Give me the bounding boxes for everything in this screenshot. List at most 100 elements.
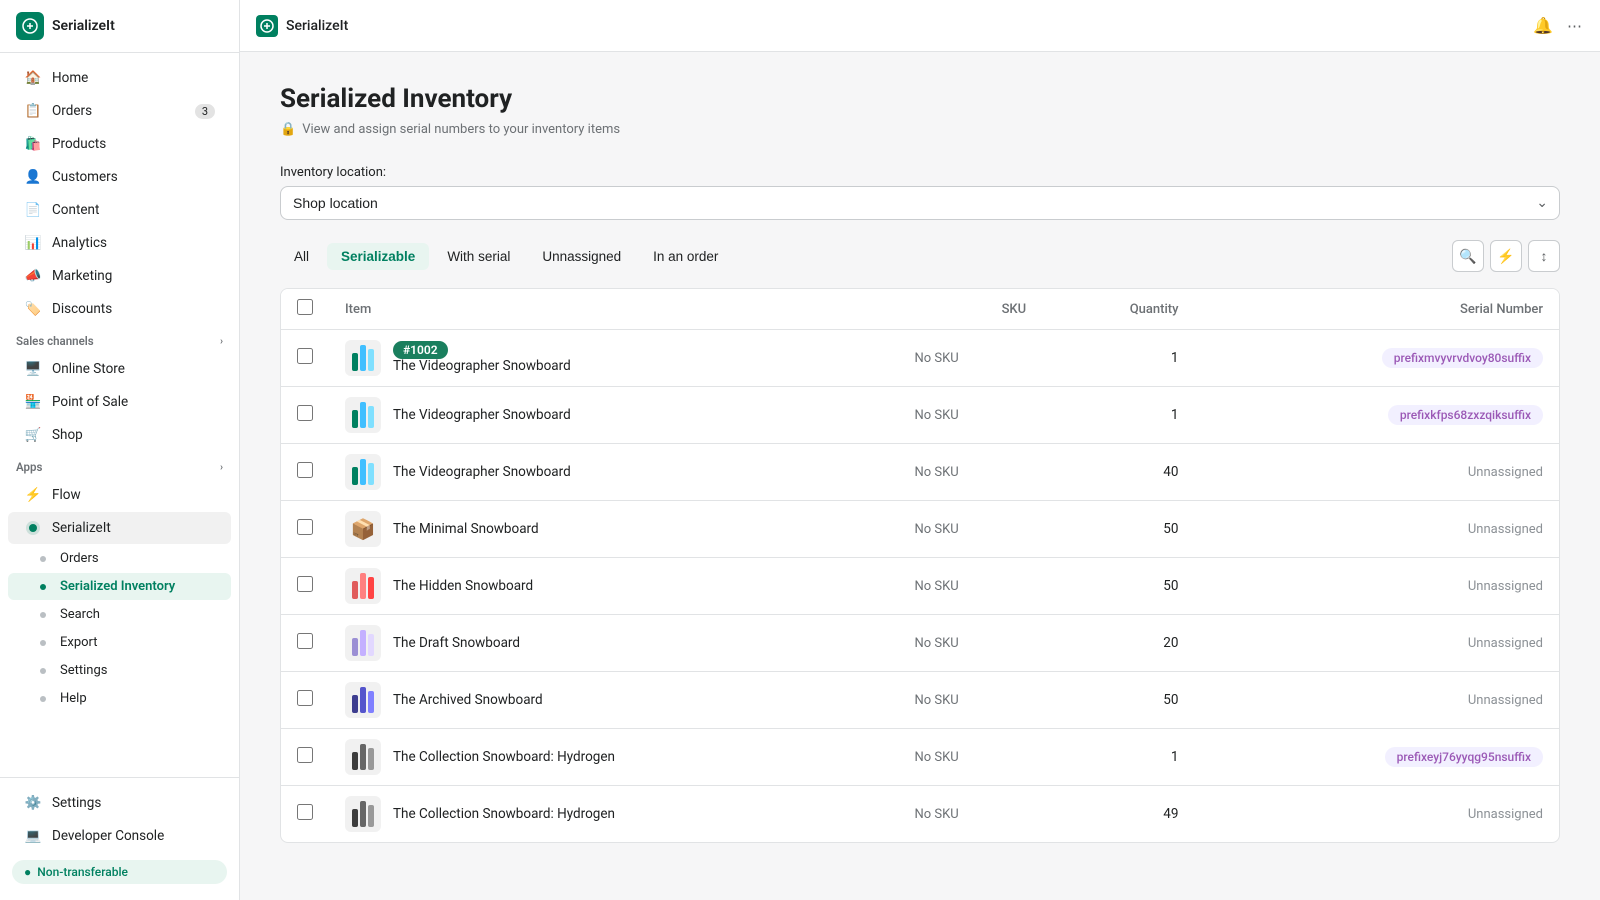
inventory-location-label: Inventory location: — [280, 165, 1560, 180]
search-icon: 🔍 — [1459, 248, 1476, 265]
sidebar-item-customers[interactable]: 👤 Customers — [8, 161, 231, 193]
sales-channels-section[interactable]: Sales channels › — [0, 326, 239, 352]
product-thumb — [345, 625, 381, 661]
sidebar-sub-search[interactable]: Search — [8, 601, 231, 628]
tab-with-serial[interactable]: With serial — [433, 243, 524, 270]
sidebar-item-home-label: Home — [52, 70, 88, 86]
product-thumb — [345, 682, 381, 718]
table-row[interactable]: #1002 The Videographer Snowboard No SKU1… — [281, 330, 1559, 387]
sidebar-sub-help-label: Help — [60, 691, 87, 706]
tabs-right: 🔍 ⚡ ↕ — [1452, 240, 1560, 272]
quantity-cell: 50 — [1042, 501, 1194, 558]
sidebar-item-marketing[interactable]: 📣 Marketing — [8, 260, 231, 292]
sku-cell: No SKU — [898, 330, 1042, 387]
row-checkbox[interactable] — [297, 804, 313, 820]
customers-icon: 👤 — [24, 168, 42, 186]
sku-cell: No SKU — [898, 786, 1042, 843]
page-subtitle: 🔒 View and assign serial numbers to your… — [280, 122, 1560, 137]
table-row[interactable]: The Collection Snowboard: Hydrogen No SK… — [281, 786, 1559, 843]
sidebar-sub-export[interactable]: Export — [8, 629, 231, 656]
subnav-dot-orders — [40, 556, 46, 562]
sidebar-item-serializeit-label: SerializeIt — [52, 520, 111, 536]
sidebar-item-discounts[interactable]: 🏷️ Discounts — [8, 293, 231, 325]
sidebar-sub-settings-label: Settings — [60, 663, 107, 678]
sidebar-bottom: ⚙️ Settings 💻 Developer Console ● Non-tr… — [0, 777, 239, 900]
discounts-icon: 🏷️ — [24, 300, 42, 318]
inventory-location-select[interactable]: Shop location — [280, 186, 1560, 220]
select-all-checkbox[interactable] — [297, 299, 313, 315]
sidebar-sub-help[interactable]: Help — [8, 685, 231, 712]
sidebar-item-point-of-sale[interactable]: 🏪 Point of Sale — [8, 386, 231, 418]
sidebar-item-orders[interactable]: 📋 Orders 3 — [8, 95, 231, 127]
product-thumb — [345, 568, 381, 604]
sidebar-item-analytics[interactable]: 📊 Analytics — [8, 227, 231, 259]
sidebar-item-content[interactable]: 📄 Content — [8, 194, 231, 226]
apps-section[interactable]: Apps › — [0, 452, 239, 478]
row-checkbox[interactable] — [297, 405, 313, 421]
sidebar-item-serializeit[interactable]: SerializeIt — [8, 512, 231, 544]
table-row[interactable]: The Collection Snowboard: Hydrogen No SK… — [281, 729, 1559, 786]
content-icon: 📄 — [24, 201, 42, 219]
tab-in-an-order[interactable]: In an order — [639, 243, 732, 270]
row-checkbox[interactable] — [297, 348, 313, 364]
flow-icon: ⚡ — [24, 486, 42, 504]
unassigned-badge: Unnassigned — [1468, 636, 1543, 651]
col-item: Item — [329, 289, 898, 330]
sidebar-item-home[interactable]: 🏠 Home — [8, 62, 231, 94]
sidebar-item-flow[interactable]: ⚡ Flow — [8, 479, 231, 511]
item-name: The Videographer Snowboard — [393, 407, 571, 423]
non-transferable-icon: ● — [24, 865, 31, 879]
sidebar-item-online-store[interactable]: 🖥️ Online Store — [8, 353, 231, 385]
tab-serializable[interactable]: Serializable — [327, 243, 429, 270]
inventory-table: Item SKU Quantity Serial Number #1002 Th… — [280, 288, 1560, 843]
unassigned-badge: Unnassigned — [1468, 579, 1543, 594]
sidebar-logo — [16, 12, 44, 40]
sidebar-sub-serialized-inventory[interactable]: Serialized Inventory — [8, 573, 231, 600]
sku-cell: No SKU — [898, 615, 1042, 672]
item-cell: 📦 The Minimal Snowboard — [345, 511, 882, 547]
serial-cell: Unnassigned — [1194, 558, 1559, 615]
sales-channels-label: Sales channels — [16, 334, 94, 348]
row-checkbox[interactable] — [297, 576, 313, 592]
row-checkbox[interactable] — [297, 690, 313, 706]
row-checkbox[interactable] — [297, 747, 313, 763]
row-checkbox[interactable] — [297, 633, 313, 649]
subnav-dot-search — [40, 612, 46, 618]
sort-button[interactable]: ↕ — [1528, 240, 1560, 272]
subnav-dot-export — [40, 640, 46, 646]
quantity-cell: 50 — [1042, 558, 1194, 615]
table-row[interactable]: The Hidden Snowboard No SKU50Unnassigned — [281, 558, 1559, 615]
sidebar-item-products[interactable]: 🛍️ Products — [8, 128, 231, 160]
page-title: Serialized Inventory — [280, 84, 1560, 114]
table-row[interactable]: The Videographer Snowboard No SKU1 prefix… — [281, 387, 1559, 444]
table-row[interactable]: The Archived Snowboard No SKU50Unnassign… — [281, 672, 1559, 729]
filter-button[interactable]: ⚡ — [1490, 240, 1522, 272]
notification-icon[interactable]: 🔔 — [1533, 16, 1553, 35]
sidebar-sub-orders[interactable]: Orders — [8, 545, 231, 572]
sidebar-sub-settings[interactable]: Settings — [8, 657, 231, 684]
tab-all[interactable]: All — [280, 243, 323, 270]
table-row[interactable]: 📦 The Minimal Snowboard No SKU50Unnassig… — [281, 501, 1559, 558]
sidebar-app-title: SerializeIt — [52, 18, 115, 34]
tab-unassigned[interactable]: Unnassigned — [528, 243, 635, 270]
sidebar-item-discounts-label: Discounts — [52, 301, 112, 317]
sidebar-item-settings[interactable]: ⚙️ Settings — [8, 787, 231, 819]
search-button[interactable]: 🔍 — [1452, 240, 1484, 272]
row-checkbox[interactable] — [297, 519, 313, 535]
product-thumb — [345, 340, 381, 376]
sku-cell: No SKU — [898, 387, 1042, 444]
sidebar-item-shop[interactable]: 🛒 Shop — [8, 419, 231, 451]
row-checkbox[interactable] — [297, 462, 313, 478]
settings-icon: ⚙️ — [24, 794, 42, 812]
table-row[interactable]: The Videographer Snowboard No SKU40Unnas… — [281, 444, 1559, 501]
quantity-cell: 1 — [1042, 387, 1194, 444]
sidebar-item-developer-console[interactable]: 💻 Developer Console — [8, 820, 231, 852]
serial-badge[interactable]: prefixkfps68zxzqiksuffix — [1388, 405, 1543, 425]
sku-cell: No SKU — [898, 501, 1042, 558]
topbar-menu-button[interactable]: ⋯ — [1565, 15, 1584, 37]
table-row[interactable]: The Draft Snowboard No SKU20Unnassigned — [281, 615, 1559, 672]
product-thumb — [345, 796, 381, 832]
serial-badge[interactable]: prefixmvyvrvdvoy80suffix — [1382, 348, 1543, 368]
serial-badge[interactable]: prefixeyj76yyqg95nsuffix — [1385, 747, 1543, 767]
item-name: The Draft Snowboard — [393, 635, 520, 651]
